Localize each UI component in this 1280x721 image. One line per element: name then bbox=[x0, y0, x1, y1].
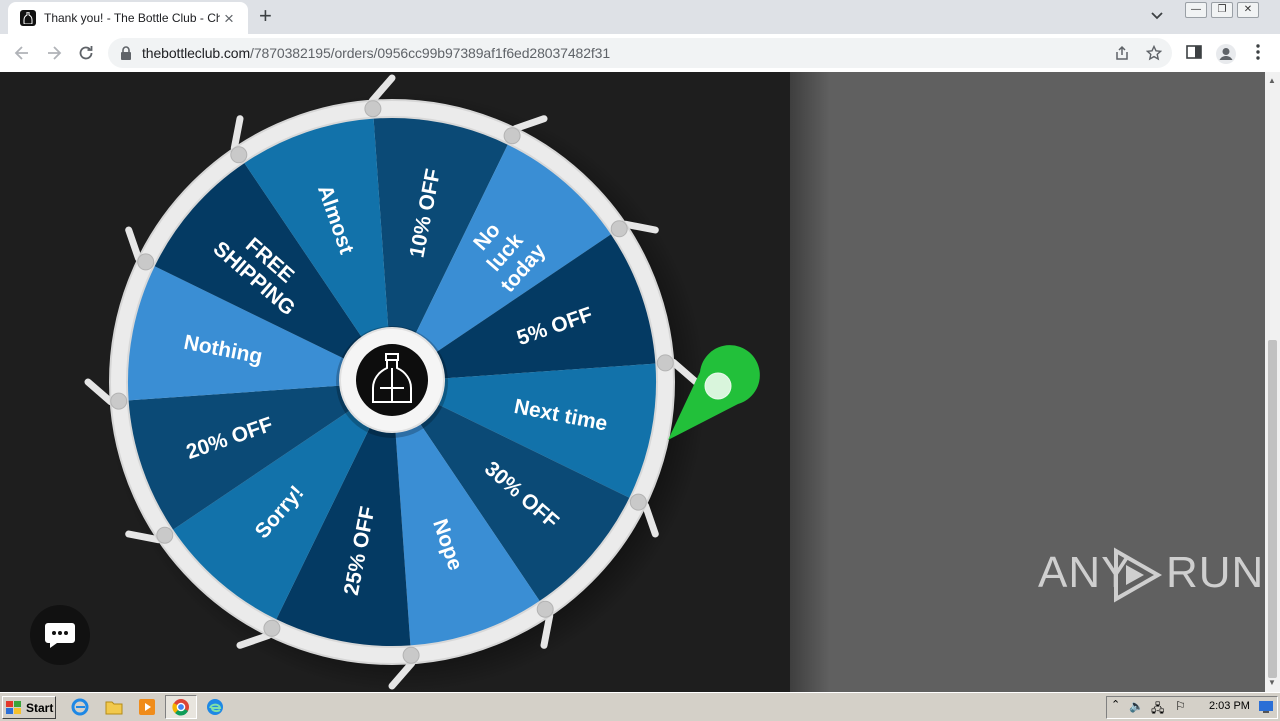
anyrun-watermark: ANY RUN bbox=[1038, 543, 1263, 603]
rim-dot bbox=[364, 100, 382, 118]
rim-dot bbox=[629, 493, 647, 511]
browser-tab[interactable]: Thank you! - The Bottle Club - Checkout … bbox=[8, 2, 248, 34]
spin-wheel-modal: 10% OFF Nolucktoday 5% OFF Next time 30% OFF… bbox=[0, 72, 790, 692]
side-panel-icon[interactable] bbox=[1185, 43, 1203, 61]
tab-strip: Thank you! - The Bottle Club - Checkout … bbox=[0, 0, 1280, 34]
rim-dot bbox=[230, 146, 248, 164]
kebab-menu-icon[interactable] bbox=[1252, 43, 1264, 61]
back-arrow-icon[interactable] bbox=[12, 43, 32, 63]
bookmark-star-icon[interactable] bbox=[1146, 45, 1162, 61]
bottle-favicon-icon bbox=[20, 10, 36, 26]
start-label: Start bbox=[26, 700, 54, 715]
watermark-right: RUN bbox=[1166, 548, 1265, 597]
chrome-taskbar-button[interactable] bbox=[165, 695, 197, 719]
system-tray: ⌃ 🔈 🖧 ⚐ 2:03 PM bbox=[1106, 696, 1278, 719]
file-explorer-icon[interactable] bbox=[104, 697, 124, 717]
tray-expand-icon[interactable]: ⌃ bbox=[1111, 698, 1120, 711]
rim-dot bbox=[137, 253, 155, 271]
url-text[interactable]: thebottleclub.com/7870382195/orders/0956… bbox=[142, 45, 610, 61]
browser-toolbar: thebottleclub.com/7870382195/orders/0956… bbox=[0, 34, 1280, 73]
media-player-icon[interactable] bbox=[137, 697, 157, 717]
share-icon[interactable] bbox=[1114, 45, 1130, 61]
prize-wheel[interactable]: 10% OFF Nolucktoday5% OFFNext time30% OFF… bbox=[0, 72, 790, 692]
rim-dot bbox=[656, 354, 674, 372]
reload-icon[interactable] bbox=[76, 43, 96, 63]
rim-dot bbox=[536, 600, 554, 618]
volume-icon[interactable]: 🔈 bbox=[1129, 699, 1144, 713]
internet-explorer-icon[interactable] bbox=[70, 697, 90, 717]
chat-bubble-icon bbox=[45, 623, 75, 648]
start-button[interactable]: Start bbox=[2, 696, 56, 719]
tab-title: Thank you! - The Bottle Club - Checkout bbox=[44, 11, 220, 25]
system-clock: 2:03 PM bbox=[1209, 700, 1250, 712]
rim-dot bbox=[110, 392, 128, 410]
restore-window-icon[interactable]: ❐ bbox=[1211, 2, 1233, 18]
wheel-peg bbox=[125, 226, 142, 262]
scroll-down-icon[interactable]: ▼ bbox=[1268, 678, 1276, 687]
chat-button[interactable] bbox=[30, 605, 90, 665]
show-desktop-icon[interactable] bbox=[1259, 701, 1273, 713]
rim-dot bbox=[610, 220, 628, 238]
profile-avatar-icon[interactable] bbox=[1215, 43, 1237, 65]
rim-dot bbox=[402, 646, 420, 664]
scroll-up-icon[interactable]: ▲ bbox=[1268, 76, 1276, 85]
close-tab-icon[interactable]: × bbox=[224, 10, 234, 27]
windows-taskbar: Start ⌃ 🔈 🖧 ⚐ 2:03 PM bbox=[0, 692, 1280, 721]
new-tab-button[interactable]: + bbox=[259, 5, 272, 27]
close-window-icon[interactable]: ✕ bbox=[1237, 2, 1259, 18]
windows-logo-icon bbox=[6, 700, 21, 714]
scroll-thumb[interactable] bbox=[1268, 340, 1277, 678]
chrome-icon bbox=[172, 699, 189, 716]
chevron-down-icon[interactable] bbox=[1150, 8, 1164, 22]
address-bar[interactable]: thebottleclub.com/7870382195/orders/0956… bbox=[108, 38, 1172, 68]
rim-dot bbox=[263, 619, 281, 637]
network-icon[interactable]: 🖧 bbox=[1151, 699, 1164, 720]
forward-arrow-icon[interactable] bbox=[44, 43, 64, 63]
edge-icon[interactable] bbox=[205, 697, 225, 717]
rim-dot bbox=[156, 526, 174, 544]
minimize-window-icon[interactable]: — bbox=[1185, 2, 1207, 18]
lock-icon[interactable] bbox=[120, 46, 132, 60]
rim-dot bbox=[503, 127, 521, 145]
page-scrollbar[interactable]: ▲ ▼ bbox=[1265, 72, 1280, 692]
action-center-flag-icon[interactable]: ⚐ bbox=[1175, 699, 1186, 713]
play-triangle-icon bbox=[1114, 547, 1163, 603]
modal-shadow bbox=[790, 72, 830, 692]
